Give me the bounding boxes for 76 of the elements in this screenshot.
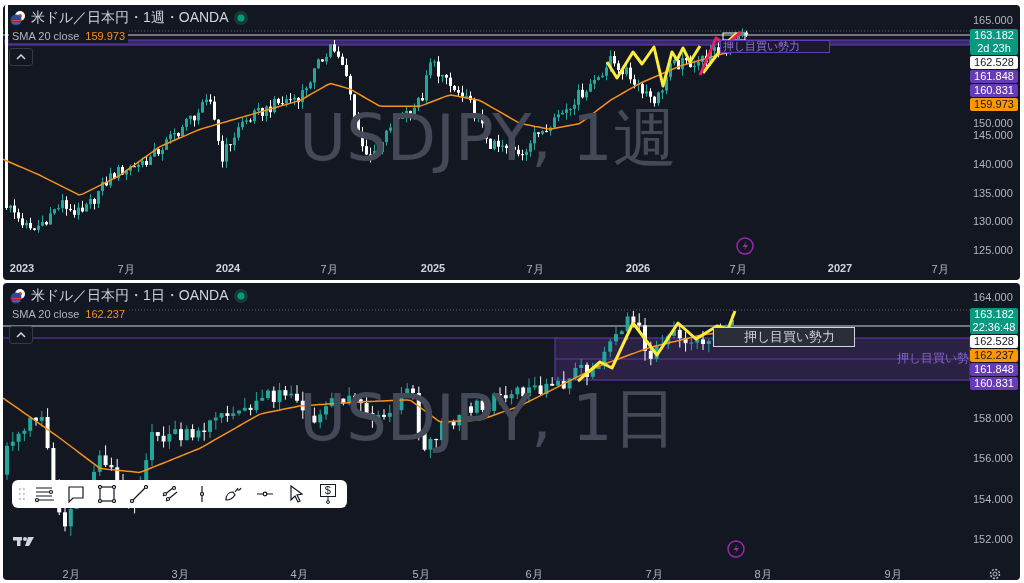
price-value: 159.973 [974,98,1014,111]
price-tick: 156.000 [973,451,1013,466]
price-tick: 145.000 [973,128,1013,142]
logo-icon [13,537,34,546]
time-tick: 3月 [171,567,189,580]
cursor-icon [289,485,303,503]
time-tick: 2月 [62,567,80,580]
price-value: 163.182 [974,308,1014,321]
price-range-box [722,32,746,41]
zone-text: 押し目買い勢 [897,351,969,365]
symbol-title[interactable]: 米ドル／日本円・1日・OANDA [31,287,229,305]
zone-label: 押し目買い勢力 [713,327,855,347]
time-tick: 2027 [827,262,853,274]
indicator-name[interactable]: SMA 20 close [12,30,80,42]
line-dot-icon [255,491,274,497]
time-tick: 5月 [412,567,430,580]
price-tick: 150.000 [973,116,1013,130]
time-tick: 2024 [215,262,241,274]
time-tick: 6月 [525,567,543,580]
price-value: 161.848 [974,363,1014,376]
price-value: 160.831 [974,84,1014,97]
time-tick: 2026 [625,262,651,274]
countdown-value: 2d 23h [977,42,1011,55]
time-tick: 7月 [729,262,747,277]
line-icon [129,485,148,503]
countdown-value: 22:36:48 [972,321,1016,334]
settings-icon[interactable] [988,567,1002,580]
price-tick: 164.000 [973,290,1013,304]
time-tick: 7月 [117,262,135,277]
zone-label: 押し目買い勢力 [720,40,830,53]
vertical-line-icon [199,485,204,503]
price-tick: 140.000 [973,156,1013,171]
indicator-value: 159.973 [85,30,126,42]
drag-handle-icon[interactable] [18,487,26,501]
caret-icon [16,332,26,338]
symbol-title[interactable]: 米ドル／日本円・1週・OANDA [31,9,229,27]
indicator-value: 162.237 [85,308,126,320]
price-tick: 152.000 [973,532,1013,547]
price-label-tool[interactable]: $ [314,482,341,506]
price-value: 162.237 [974,349,1014,362]
lines-icon [34,486,54,502]
price-value: 162.528 [974,56,1014,69]
price-value: 160.831 [974,377,1014,390]
brush-icon [224,487,242,501]
caret-icon [16,54,26,60]
square-icon [98,485,117,503]
price-tick: 158.000 [973,411,1013,425]
lightning-icon[interactable] [727,540,745,558]
collapse-button[interactable] [9,326,33,344]
time-tick: 7月 [526,262,544,277]
time-tick: 7月 [931,262,949,277]
time-tick: 7月 [645,567,663,580]
price-tick: 154.000 [973,491,1013,506]
price-tick: 165.000 [973,13,1013,27]
time-tick: 2025 [420,262,446,274]
time-tick: 4月 [290,567,308,580]
status-dot-icon [232,288,249,304]
price-tick: 125.000 [973,243,1013,257]
indicator-name[interactable]: SMA 20 close [12,308,80,320]
currency-flag-icon [9,288,27,304]
time-tick: 8月 [754,567,772,580]
price-value: 162.528 [974,335,1014,348]
speech-bubble-icon [67,485,84,503]
status-dot-icon [232,10,249,26]
time-tick: 2023 [9,262,35,274]
time-tick: 9月 [884,567,902,580]
pin-icon [324,497,331,504]
currency-flag-icon [9,10,27,26]
lightning-icon[interactable] [736,237,754,255]
parallel-lines-icon [162,486,179,502]
price-value: 163.182 [974,29,1014,42]
price-value: 161.848 [974,70,1014,83]
time-tick: 7月 [320,262,338,277]
price-tick: 130.000 [973,214,1013,229]
price-tick: 135.000 [973,185,1013,200]
collapse-button[interactable] [9,48,33,66]
